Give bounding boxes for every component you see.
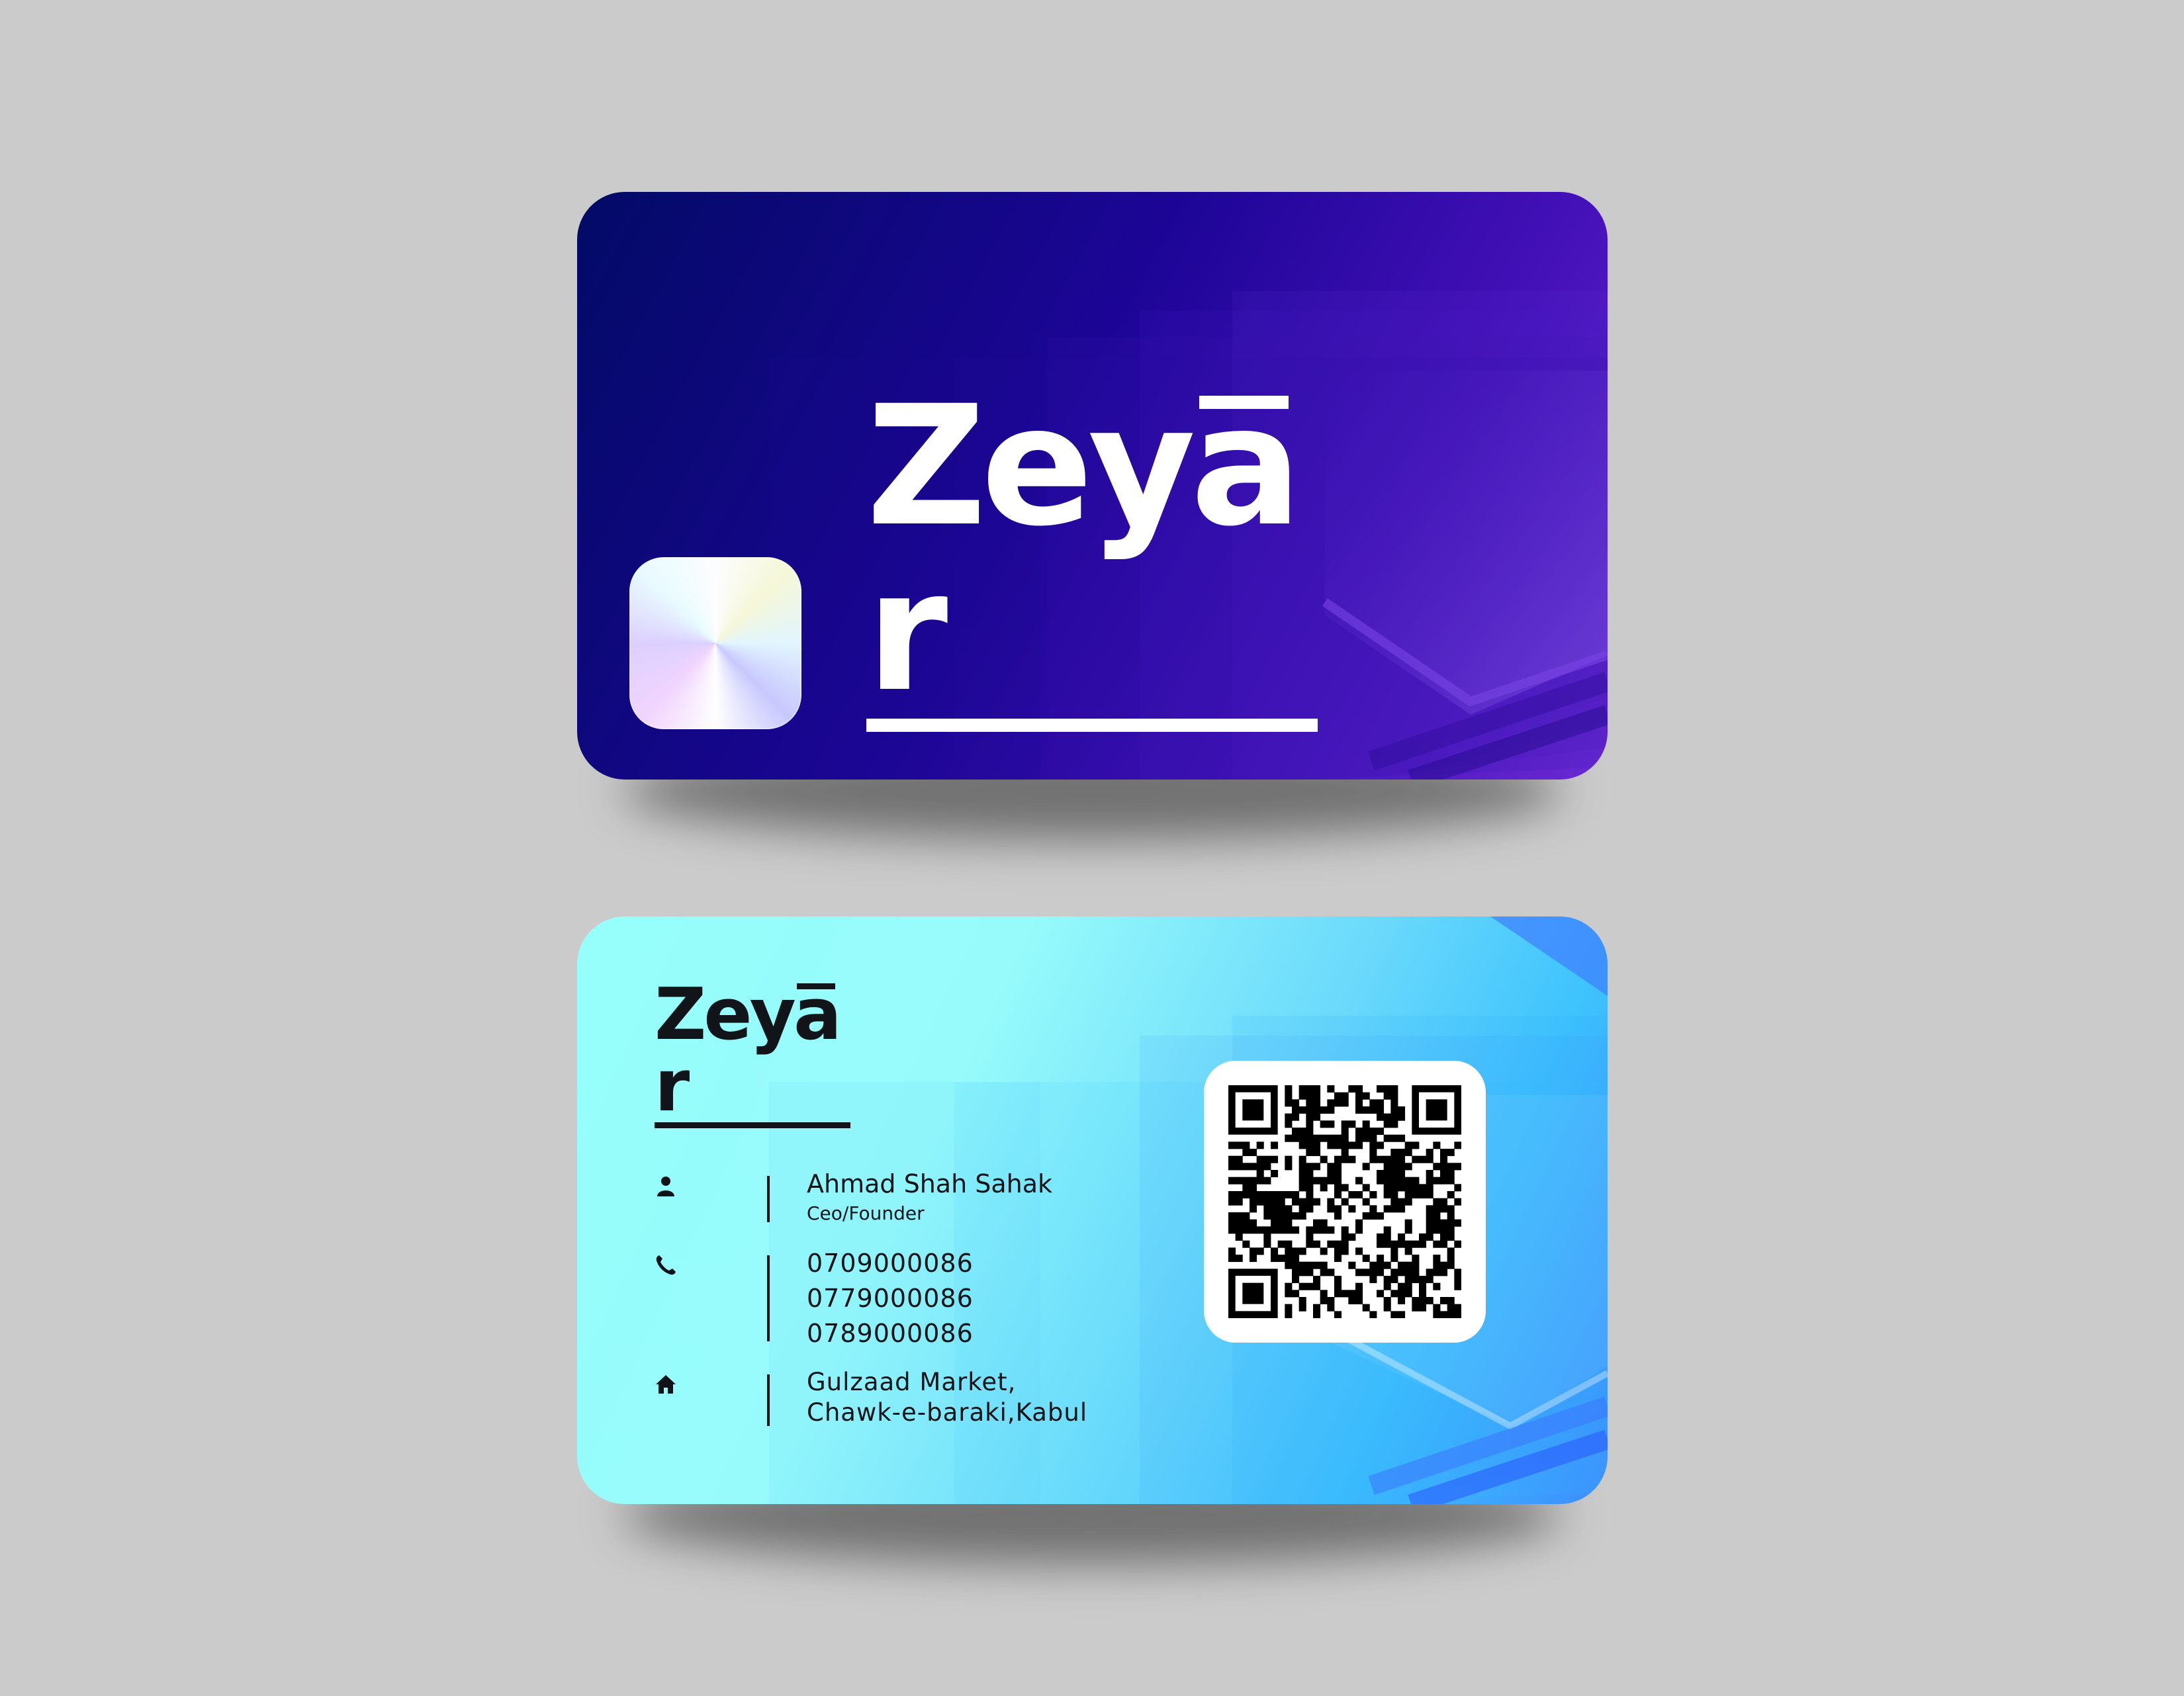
phone-icon [656,1255,676,1275]
phone-1[interactable]: 0709000086 [807,1249,974,1278]
qr-finder-pattern [1426,1099,1447,1121]
hologram-sticker [629,557,801,729]
front-brand-logo: Zeyar [866,384,1323,732]
business-card-back: Zeyar Ahmad Shah Sahak Ceo/Founder 07090… [577,916,1608,1504]
qr-finder-pattern [1242,1099,1264,1121]
qr-finder-pattern [1242,1282,1264,1304]
address-divider [767,1374,770,1426]
phone-divider [767,1255,770,1341]
back-brand-logo: Zeyar [655,979,853,1128]
contact-name: Ahmad Shah Sahak [807,1169,1053,1198]
phone-3[interactable]: 0789000086 [807,1319,974,1348]
contact-title: Ceo/Founder [807,1202,925,1224]
name-divider [767,1176,770,1222]
back-logo-wordmark: Zeyar [655,973,842,1128]
address-line-2: Chawk-e-baraki,Kabul [807,1398,1088,1427]
phone-2[interactable]: 0779000086 [807,1284,974,1313]
qr-code[interactable] [1228,1085,1461,1318]
business-card-front: Zeyar [577,192,1608,780]
home-icon [656,1375,676,1394]
address-line-1: Gulzaad Market, [807,1368,1017,1396]
qr-code-panel [1204,1061,1486,1343]
front-logo-wordmark: Zeyar [866,370,1302,728]
person-icon [657,1177,674,1196]
